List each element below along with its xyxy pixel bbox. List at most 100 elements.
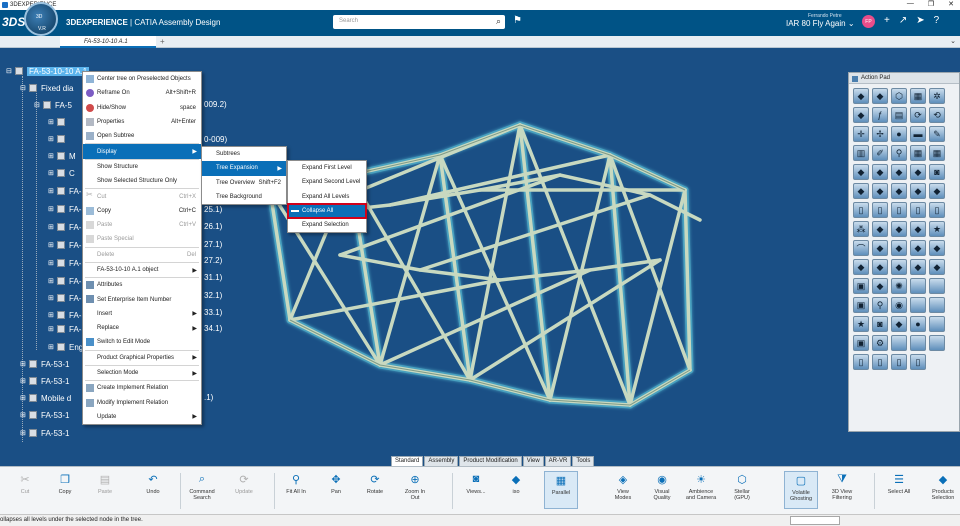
cylinder-icon[interactable]: ▯ (910, 354, 926, 370)
tree-item[interactable]: ⊞ FA-5 (48, 238, 86, 252)
expand-icon[interactable]: ⊞ (20, 429, 26, 437)
expand-icon[interactable]: ⊞ (20, 360, 26, 368)
cube-icon[interactable]: ◆ (910, 183, 926, 199)
expand-icon[interactable]: ⊞ (48, 223, 54, 231)
volatile-ghosting-button[interactable]: ▢ Volatile Ghosting (784, 471, 818, 509)
tree-item[interactable]: ⊟ FA-5 (34, 98, 72, 112)
cylinder-icon[interactable]: ▯ (872, 202, 888, 218)
tree-item[interactable]: ⊞ (48, 132, 69, 146)
cube-icon[interactable]: ◆ (853, 107, 869, 123)
visual-quality-button[interactable]: ◉ Visual Quality (648, 471, 676, 502)
expand-icon[interactable]: ⊞ (48, 118, 54, 126)
tree-item[interactable]: ⊞ FA-5 (48, 184, 86, 198)
menu-item-copy[interactable]: Copy Ctrl+C (83, 204, 201, 218)
cylinder-icon[interactable]: ▯ (929, 202, 945, 218)
cube-icon[interactable]: ◆ (872, 183, 888, 199)
cube-icon[interactable]: ◆ (891, 240, 907, 256)
tree-item[interactable]: ⊟ Fixed dia (20, 81, 73, 95)
camera-icon[interactable]: ◙ (872, 316, 888, 332)
menu-item-subtrees[interactable]: Subtrees (202, 147, 286, 161)
menu-item-replace[interactable]: Replace ▶ (83, 321, 201, 335)
tree-item[interactable]: ⊞ FA-53-1 (20, 374, 69, 388)
add-icon[interactable]: + (884, 15, 890, 28)
menu-item-cut[interactable]: ✂ Cut Ctrl+X (83, 189, 201, 203)
menu-item-open-subtree[interactable]: Open Subtree (83, 129, 201, 143)
cube-icon[interactable]: ◆ (910, 259, 926, 275)
expand-icon[interactable]: ⊞ (48, 169, 54, 177)
tree-item[interactable]: ⊞ FA-53-1 (20, 426, 69, 440)
tree-item[interactable]: ⊞ (48, 115, 69, 129)
tree-item[interactable]: ⊞ FA-5 (48, 220, 86, 234)
cube-icon[interactable]: ◆ (910, 240, 926, 256)
share-icon[interactable]: ↗ (899, 15, 907, 28)
menu-item-show-selected-structure[interactable]: Show Selected Structure Only (83, 174, 201, 188)
tree-item[interactable]: ⊞ FA-5 (48, 308, 86, 322)
menu-item-tree-expansion[interactable]: Tree Expansion ▶ (202, 161, 286, 176)
blank-icon[interactable] (910, 297, 926, 313)
pencil-icon[interactable]: ✐ (872, 145, 888, 161)
collapse-icon[interactable]: ⊟ (34, 101, 40, 109)
products-selection-button[interactable]: ◆ Products Selection (928, 471, 958, 502)
cube-icon[interactable]: ◆ (853, 164, 869, 180)
menu-item-selection-mode[interactable]: Selection Mode ▶ (83, 366, 201, 380)
blank-icon[interactable] (910, 278, 926, 294)
expand-icon[interactable]: ⊞ (48, 294, 54, 302)
menu-item-delete[interactable]: Delete Del (83, 248, 201, 262)
chevron-down-icon[interactable]: ⌄ (950, 37, 956, 45)
sync-icon[interactable]: ⟲ (929, 107, 945, 123)
grid-icon[interactable]: ▦ (929, 145, 945, 161)
material-icon[interactable]: ● (891, 126, 907, 142)
chart-icon[interactable]: ▥ (853, 145, 869, 161)
stellar-gpu-button[interactable]: ⬡ Stellar (GPU) (728, 471, 756, 502)
cylinder-icon[interactable]: ▯ (891, 354, 907, 370)
views-button[interactable]: ◙ Views... (462, 471, 490, 495)
collapse-icon[interactable]: ⊟ (20, 84, 26, 92)
expand-icon[interactable]: ⊞ (20, 377, 26, 385)
menu-item-reframe-on[interactable]: Reframe On Alt+Shift+R (83, 86, 201, 100)
zoom-icon[interactable]: ⚲ (872, 297, 888, 313)
status-command-input[interactable] (790, 516, 840, 525)
search-icon[interactable]: ⌕ (496, 16, 501, 27)
measure-icon[interactable]: ✛ (853, 126, 869, 142)
cube-icon[interactable]: ◆ (910, 164, 926, 180)
tree-root[interactable]: ⊟ FA-53-10-10 A.1 (6, 64, 90, 78)
menu-item-expand-selection[interactable]: Expand Selection (288, 218, 366, 232)
menu-item-expand-second-level[interactable]: Expand Second Level (288, 175, 366, 189)
menu-item-update[interactable]: Update ▶ (83, 410, 201, 424)
avatar[interactable]: FP (862, 15, 875, 28)
view-modes-button[interactable]: ◈ View Modes (610, 471, 636, 502)
compass-icon[interactable]: ✢ (872, 126, 888, 142)
grid-icon[interactable]: ▤ (891, 107, 907, 123)
compass-widget[interactable]: 3D V.R (24, 2, 58, 36)
expand-icon[interactable]: ⊞ (48, 259, 54, 267)
cut-button[interactable]: ✂ Cut (12, 471, 38, 496)
expand-icon[interactable]: ⊞ (48, 343, 54, 351)
expand-icon[interactable]: ⊞ (48, 152, 54, 160)
menu-item-show-structure[interactable]: Show Structure (83, 160, 201, 174)
fit-all-in-button[interactable]: ⚲ Fit All In (284, 471, 308, 496)
cube-icon[interactable]: ◆ (891, 164, 907, 180)
user-context[interactable]: Ferrando Petre IAR 80 Fly Again ⌄ (786, 13, 855, 28)
tree-item[interactable]: ⊞ FA-5 (48, 291, 86, 305)
shape-icon[interactable]: ⌒ (853, 240, 869, 256)
rotate-button[interactable]: ⟳ Rotate (362, 471, 388, 496)
tab-standard[interactable]: Standard (391, 456, 424, 466)
blank-icon[interactable] (910, 335, 926, 351)
cube-icon[interactable]: ◆ (872, 259, 888, 275)
expand-icon[interactable]: ⊞ (20, 394, 26, 402)
select-all-button[interactable]: ☰ Select All (884, 471, 914, 496)
expand-icon[interactable]: ⊞ (48, 277, 54, 285)
cube-icon[interactable]: ◆ (891, 221, 907, 237)
menu-item-expand-first-level[interactable]: Expand First Level (288, 161, 366, 175)
cube-icon[interactable]: ◆ (929, 259, 945, 275)
menu-item-properties[interactable]: Properties Alt+Enter (83, 115, 201, 129)
expand-icon[interactable]: ⊞ (48, 135, 54, 143)
layers-icon[interactable]: ▣ (853, 297, 869, 313)
menu-item-switch-edit-mode[interactable]: Switch to Edit Mode (83, 335, 201, 349)
expand-icon[interactable]: ⊞ (48, 325, 54, 333)
nodes-icon[interactable]: ⁂ (853, 221, 869, 237)
layers-icon[interactable]: ▣ (853, 335, 869, 351)
camera-icon[interactable]: ◙ (929, 164, 945, 180)
blank-icon[interactable] (929, 297, 945, 313)
blank-icon[interactable] (891, 335, 907, 351)
